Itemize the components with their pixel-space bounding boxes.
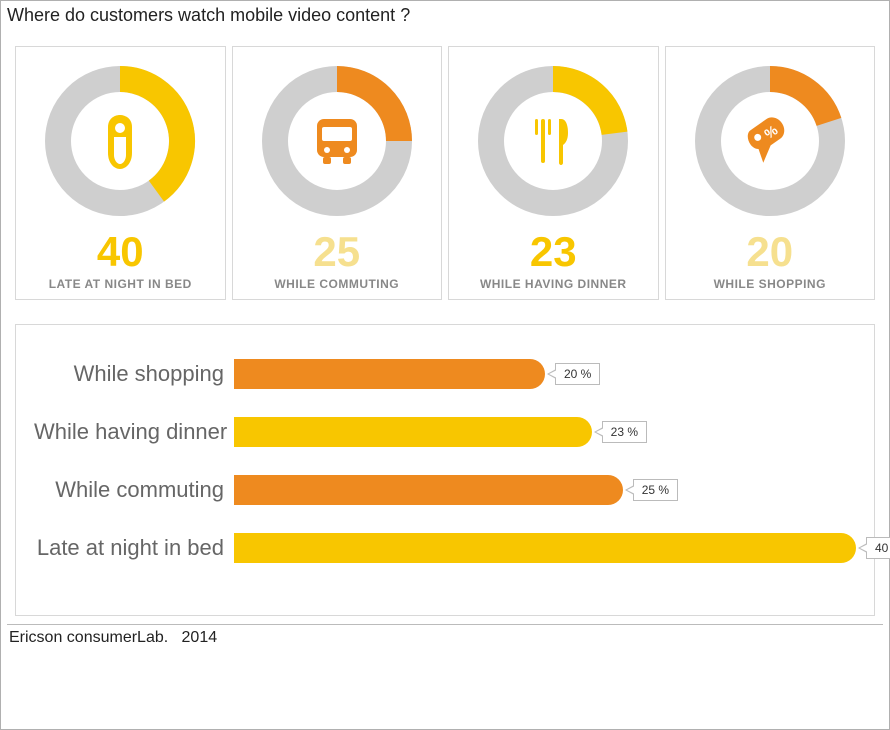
bar-value-badge: 20 % <box>555 363 600 385</box>
bar-value-badge: 40 % <box>866 537 890 559</box>
donut-chart <box>473 61 633 221</box>
bar-fill <box>234 417 592 447</box>
bar-row: Late at night in bed40 % <box>34 533 856 563</box>
donut-label: WHILE COMMUTING <box>274 277 399 291</box>
bars-panel: While shopping 20 % While having dinner 23 … <box>15 324 875 616</box>
donut-chart <box>257 61 417 221</box>
bar-track: 20 % <box>234 359 856 389</box>
donut-label: WHILE SHOPPING <box>714 277 826 291</box>
bar-row: While commuting 25 % <box>34 475 856 505</box>
dinner-icon <box>473 61 633 221</box>
donut-row: 40LATE AT NIGHT IN BED25WHILE COMMUTING2… <box>1 28 889 306</box>
donut-value: 23 <box>530 231 577 273</box>
bar-track: 40 % <box>234 533 856 563</box>
page-title: Where do customers watch mobile video co… <box>1 1 889 28</box>
bar-label: While shopping <box>34 361 234 387</box>
bar-value-badge: 25 % <box>633 479 678 501</box>
donut-chart: % <box>690 61 850 221</box>
bar-value-badge: 23 % <box>602 421 647 443</box>
bar-track: 23 % <box>234 417 856 447</box>
bus-icon <box>257 61 417 221</box>
donut-card: % 20 WHILE SHOPPING <box>665 46 876 300</box>
footer-source: Ericson consumerLab. 2014 <box>7 624 883 647</box>
bar-fill <box>234 475 623 505</box>
donut-value: 40 <box>97 231 144 273</box>
bar-row: While shopping 20 % <box>34 359 856 389</box>
donut-card: 25 WHILE COMMUTING <box>232 46 443 300</box>
donut-chart <box>40 61 200 221</box>
bar-label: While having dinner <box>34 419 234 445</box>
bar-row: While having dinner 23 % <box>34 417 856 447</box>
bar-label: Late at night in bed <box>34 535 234 561</box>
donut-value: 25 <box>313 231 360 273</box>
donut-card: 40 LATE AT NIGHT IN BED <box>15 46 226 300</box>
bed-icon <box>40 61 200 221</box>
bar-track: 25 % <box>234 475 856 505</box>
bar-label: While commuting <box>34 477 234 503</box>
donut-label: WHILE HAVING DINNER <box>480 277 627 291</box>
shopping-icon: % <box>690 61 850 221</box>
donut-card: 23 WHILE HAVING DINNER <box>448 46 659 300</box>
donut-label: LATE AT NIGHT IN BED <box>49 277 192 291</box>
bar-fill <box>234 359 545 389</box>
donut-value: 20 <box>746 231 793 273</box>
bar-fill <box>234 533 856 563</box>
